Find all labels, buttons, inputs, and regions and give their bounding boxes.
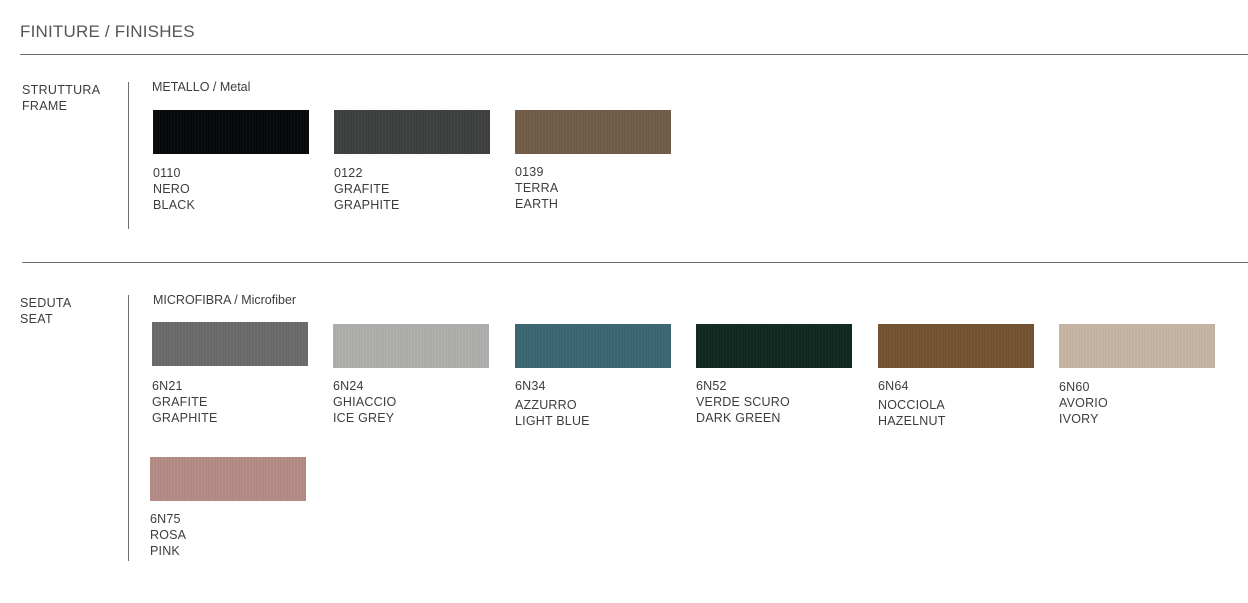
swatch-name-en: HAZELNUT: [878, 414, 946, 428]
frame-section-label: STRUTTURA FRAME: [22, 82, 100, 114]
swatch-name-en: EARTH: [515, 197, 559, 211]
swatch-name-en: IVORY: [1059, 412, 1099, 426]
seat-swatch-card[interactable]: 6N75 ROSA PINK: [150, 457, 306, 559]
swatch-code: 6N75: [150, 512, 181, 526]
seat-section-label: SEDUTA SEAT: [20, 295, 72, 327]
swatch-name-it: GRAFITE: [152, 395, 208, 409]
frame-swatch-color: [334, 110, 490, 154]
frame-material-title: METALLO / Metal: [152, 80, 251, 94]
swatch-name-it: GRAFITE: [334, 182, 390, 196]
swatch-code: 6N64: [878, 379, 909, 393]
swatch-name-en: PINK: [150, 544, 180, 558]
swatch-name-en: DARK GREEN: [696, 411, 781, 425]
seat-swatch-card[interactable]: 6N64 NOCCIOLA HAZELNUT: [878, 324, 1034, 429]
swatch-code: 6N52: [696, 379, 727, 393]
swatch-name-en: BLACK: [153, 198, 195, 212]
frame-swatch-card[interactable]: 0122 GRAFITE GRAPHITE: [334, 110, 490, 213]
swatch-code: 0139: [515, 165, 544, 179]
swatch-code: 6N60: [1059, 380, 1090, 394]
frame-swatch-card[interactable]: 0110 NERO BLACK: [153, 110, 309, 213]
swatch-name-it: NOCCIOLA: [878, 398, 945, 412]
seat-swatch-color: [878, 324, 1034, 368]
seat-swatch-card[interactable]: 6N34 AZZURRO LIGHT BLUE: [515, 324, 671, 429]
seat-swatch-color: [1059, 324, 1215, 368]
frame-label-it: STRUTTURA: [22, 83, 101, 97]
swatch-name-it: TERRA: [515, 181, 559, 195]
swatch-name-it: NERO: [153, 182, 190, 196]
swatch-code: 0110: [153, 166, 181, 180]
swatch-name-en: GRAPHITE: [152, 411, 218, 425]
swatch-name-it: ROSA: [150, 528, 187, 542]
frame-swatch-color: [515, 110, 671, 154]
seat-material-title: MICROFIBRA / Microfiber: [153, 293, 297, 307]
section-divider: [22, 262, 1248, 263]
seat-swatch-card[interactable]: 6N24 GHIACCIO ICE GREY: [333, 324, 489, 426]
seat-swatch-color: [152, 322, 308, 366]
swatch-name-en: LIGHT BLUE: [515, 414, 590, 428]
frame-swatch-color: [153, 110, 309, 154]
swatch-name-it: AVORIO: [1059, 396, 1108, 410]
swatch-code: 6N21: [152, 379, 183, 393]
seat-swatch-card[interactable]: 6N52 VERDE SCURO DARK GREEN: [696, 324, 852, 426]
seat-label-en: SEAT: [20, 312, 53, 326]
page-title: FINITURE / FINISHES: [20, 22, 195, 41]
seat-swatch-card[interactable]: 6N60 AVORIO IVORY: [1059, 324, 1215, 427]
seat-swatch-card[interactable]: 6N21 GRAFITE GRAPHITE: [152, 322, 308, 426]
swatch-name-it: VERDE SCURO: [696, 395, 790, 409]
seat-swatch-color: [333, 324, 489, 368]
seat-swatch-color: [696, 324, 852, 368]
swatch-code: 6N24: [333, 379, 364, 393]
swatch-code: 6N34: [515, 379, 546, 393]
swatch-code: 0122: [334, 166, 363, 180]
frame-section-divider: [128, 82, 129, 229]
swatch-name-en: ICE GREY: [333, 411, 395, 425]
frame-label-en: FRAME: [22, 99, 68, 113]
seat-swatch-color: [515, 324, 671, 368]
seat-section-divider: [128, 295, 129, 561]
seat-label-it: SEDUTA: [20, 296, 72, 310]
seat-swatch-color: [150, 457, 306, 501]
swatch-name-en: GRAPHITE: [334, 198, 400, 212]
swatch-name-it: AZZURRO: [515, 398, 577, 412]
frame-swatch-card[interactable]: 0139 TERRA EARTH: [515, 110, 671, 212]
swatch-name-it: GHIACCIO: [333, 395, 397, 409]
title-divider: [20, 54, 1248, 55]
